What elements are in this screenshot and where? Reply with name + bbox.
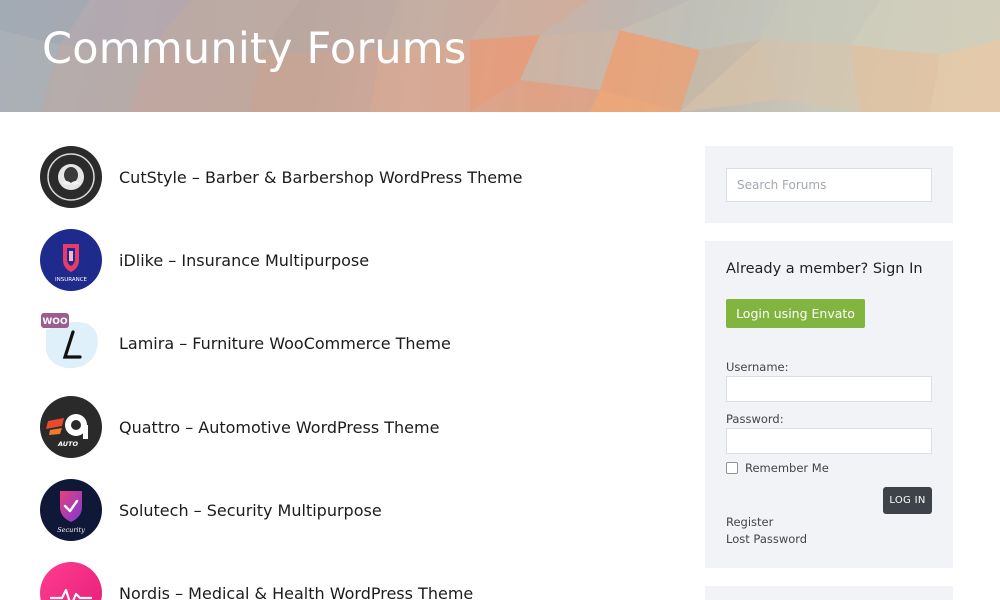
forum-title: CutStyle – Barber & Barbershop WordPress…	[119, 167, 523, 187]
forum-title: Quattro – Automotive WordPress Theme	[119, 417, 440, 437]
remember-me[interactable]: Remember Me	[726, 461, 829, 475]
woocommerce-l-icon: WOO	[40, 312, 102, 374]
forum-item-idlike[interactable]: INSURANCE iDlike – Insurance Multipurpos…	[40, 229, 660, 291]
username-field[interactable]	[726, 376, 932, 402]
forum-title: Nordis – Medical & Health WordPress Them…	[119, 583, 474, 600]
register-link[interactable]: Register	[726, 515, 773, 529]
remember-checkbox[interactable]	[726, 462, 738, 474]
forum-item-nordis[interactable]: Nordis – Medical & Health WordPress Them…	[40, 562, 660, 600]
login-button[interactable]: LOG IN	[883, 487, 932, 514]
lost-password-link[interactable]: Lost Password	[726, 532, 807, 546]
logo-badge-text: AUTO	[57, 440, 78, 448]
login-heading: Already a member? Sign In	[726, 261, 923, 277]
forum-title: Solutech – Security Multipurpose	[119, 500, 382, 520]
forum-item-lamira[interactable]: WOO Lamira – Furniture WooCommerce Theme	[40, 312, 660, 374]
hero-banner: Community Forums	[0, 0, 1000, 112]
insurance-shield-icon: INSURANCE	[40, 229, 102, 291]
forum-title: Lamira – Furniture WooCommerce Theme	[119, 333, 451, 353]
heartbeat-icon	[40, 562, 102, 600]
password-label: Password:	[726, 412, 784, 426]
logo-badge-text: Security	[57, 526, 85, 534]
barber-mustache-icon	[40, 146, 102, 208]
security-shield-icon: Security	[40, 479, 102, 541]
forum-item-quattro[interactable]: AUTO Quattro – Automotive WordPress Them…	[40, 396, 660, 458]
page-title: Community Forums	[42, 24, 467, 74]
forum-item-solutech[interactable]: Security Solutech – Security Multipurpos…	[40, 479, 660, 541]
password-field[interactable]	[726, 428, 932, 454]
login-envato-button[interactable]: Login using Envato	[726, 299, 865, 328]
forum-item-cutstyle[interactable]: CutStyle – Barber & Barbershop WordPress…	[40, 146, 660, 208]
auto-q-icon: AUTO	[40, 396, 102, 458]
username-label: Username:	[726, 360, 789, 374]
logo-badge-text: INSURANCE	[55, 277, 88, 283]
sidebar-panel-next	[705, 586, 953, 600]
login-panel: Already a member? Sign In Login using En…	[705, 241, 953, 568]
forum-title: iDlike – Insurance Multipurpose	[119, 250, 370, 270]
search-input[interactable]	[726, 168, 932, 202]
remember-label: Remember Me	[745, 461, 829, 475]
logo-badge-text: WOO	[42, 317, 68, 327]
search-panel	[705, 146, 953, 223]
